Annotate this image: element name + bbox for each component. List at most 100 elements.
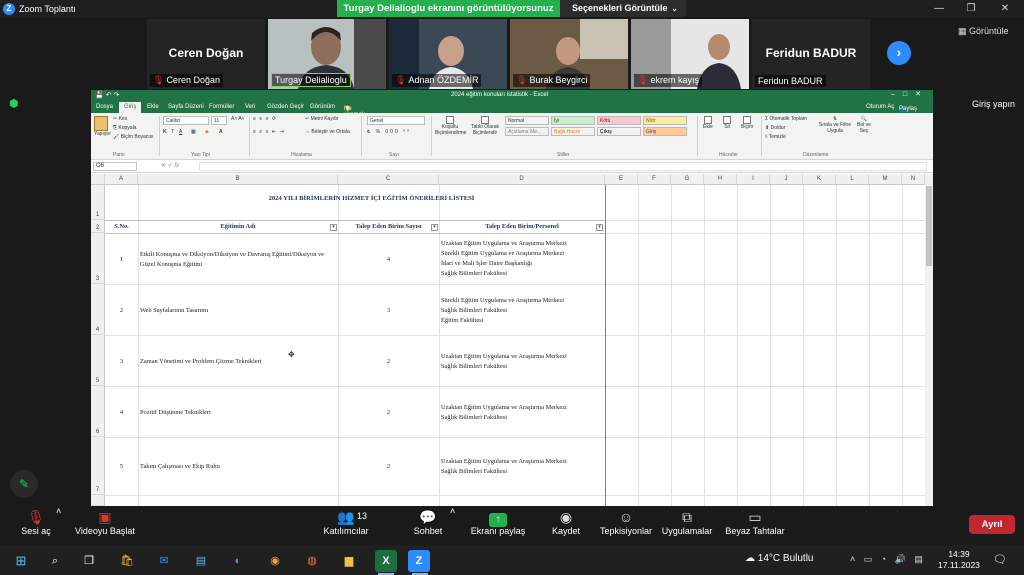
participant-tile[interactable]: Feridun BADUR Feridun BADUR [752,19,870,89]
row-header[interactable]: 6 [91,386,105,437]
number-format-select[interactable]: Genel [367,116,425,125]
participant-tile[interactable]: 🎙 Burak Beygirci [510,19,628,89]
weather-widget[interactable]: ☁ 14°C Bulutlu [745,553,813,564]
format-cells-button[interactable]: Biçim [741,116,753,130]
fill-button[interactable]: ⬇ Doldur [765,125,785,131]
font-name-select[interactable]: Calibri [163,116,209,125]
font-grow-icons[interactable]: A˄ A˅ [231,116,245,122]
windows-start-icon[interactable]: ⊞ [10,550,32,572]
conditional-format-button[interactable]: Koşullu Biçimlendirme [435,116,466,136]
zoom-taskbar-icon[interactable]: Z [408,550,430,572]
number-format-icons[interactable]: ₺ % 000 ⁰⁰ [367,129,411,135]
row-header[interactable]: 7 [91,437,105,495]
formula-input[interactable] [199,162,927,171]
quick-access-icons[interactable]: 💾 ↶ ↷ [95,91,119,99]
style-bad[interactable]: Kötü [597,116,641,125]
bold-button[interactable]: K [163,129,167,135]
clear-button[interactable]: ◊ Temizle [765,134,786,140]
task-view-icon[interactable]: ❐ [78,550,100,572]
border-icon[interactable]: ▦ [191,129,196,135]
wrap-text-button[interactable]: ↵ Metni Kaydır [305,116,339,122]
signin-link[interactable]: Oturum Aç [866,104,894,110]
view-options-button[interactable]: Seçenekleri Görüntüle ⌄ [560,0,686,17]
merge-center-button[interactable]: ⇔ Birleştir ve Ortala [305,129,350,135]
column-header[interactable]: D [439,174,605,185]
column-header[interactable]: B [138,174,338,185]
delete-cells-button[interactable]: Sil [723,116,731,130]
edge-icon[interactable]: ◐ [227,550,249,572]
unmute-button[interactable]: 🎙 Sesi aç [16,506,56,536]
align-top-icons[interactable]: ≡ ≡ ≡ ⟳ [253,116,277,122]
tab-home[interactable]: Giriş [119,102,142,113]
column-header[interactable]: I [737,174,770,185]
apps-button[interactable]: ⧉ Uygulamalar [660,506,714,536]
vertical-scrollbar[interactable] [925,174,933,506]
tab-review[interactable]: Gözden Geçir [267,104,304,110]
record-button[interactable]: ◉ Kaydet [546,506,586,536]
find-select-button[interactable]: 🔍 Bul ve Seç [855,116,873,134]
cut-button[interactable]: ✂ Kes [113,116,127,122]
paste-button[interactable]: Yapıştır [94,116,111,137]
signin-link[interactable]: Giriş yapın [972,99,1015,109]
participant-tile[interactable]: 🎙 Adnan ÖZDEMİR [389,19,507,89]
column-header[interactable]: F [638,174,671,185]
chevron-up-icon[interactable]: ˄ [56,506,61,516]
row-header[interactable]: 1 [91,185,105,220]
insert-cells-button[interactable]: Ekle [703,116,713,130]
font-color-icon[interactable]: A [219,129,223,135]
tab-insert[interactable]: Ekle [147,104,159,110]
underline-button[interactable]: A [179,129,182,135]
tab-view[interactable]: Görünüm [310,104,335,110]
participant-tile[interactable]: Ceren Doğan 🎙 Ceren Doğan [147,19,265,89]
tab-file[interactable]: Dosya [96,104,113,110]
autosum-button[interactable]: Σ Otomatik Toplam [765,116,807,122]
gallery-view-button[interactable]: ▦ Görüntüle [958,26,1009,37]
mail-icon[interactable]: ✉ [153,550,175,572]
annotate-pencil-icon[interactable]: ✎ [10,470,38,498]
font-size-select[interactable]: 11 [211,116,227,125]
formula-icons[interactable]: ✕ ✓ fx [161,162,179,169]
style-linked-cell[interactable]: Bağlı Hücre [551,127,595,136]
spreadsheet-grid[interactable]: A B C D E F G H I J K L M N 1 2 3 4 5 6 … [91,174,933,506]
tab-formulas[interactable]: Formüller [209,104,234,110]
store-icon[interactable]: 🛍 [116,550,138,572]
row-header[interactable]: 4 [91,284,105,335]
filter-dropdown-icon[interactable]: ▾ [596,224,603,231]
copy-button[interactable]: ⎘ Kopyala [113,125,136,131]
maximize-icon[interactable]: ❐ [954,0,988,17]
taskbar-clock[interactable]: 14:39 17.11.2023 [938,549,980,571]
leave-meeting-button[interactable]: Ayrıl [969,515,1015,534]
share-screen-button[interactable]: ↑ Ekranı paylaş [468,506,528,536]
chevron-up-icon[interactable]: ˄ [450,506,455,516]
tab-data[interactable]: Veri [245,104,255,110]
participant-tile-active[interactable]: Turgay Delialioglu [268,19,386,89]
italic-button[interactable]: T [171,129,174,135]
fill-color-icon[interactable]: ◆ [205,129,209,135]
column-header[interactable]: A [105,174,138,185]
column-header[interactable]: M [869,174,902,185]
search-icon[interactable]: ⌕ [44,550,66,572]
column-header[interactable]: E [605,174,638,185]
security-shield-icon[interactable]: ⬢ [9,97,21,110]
firefox-icon[interactable]: ◍ [301,550,323,572]
format-as-table-button[interactable]: Tablo Olarak Biçimlendir [469,116,501,136]
column-header[interactable]: N [902,174,925,185]
row-header[interactable]: 3 [91,233,105,284]
name-box[interactable]: O6 [93,162,137,171]
align-left-icons[interactable]: ≡ ≡ ≡ ⇤ ⇥ [253,129,285,135]
column-header[interactable]: K [803,174,836,185]
column-header[interactable]: C [338,174,439,185]
excel-window-controls[interactable]: –□✕ [875,90,933,98]
system-tray-icons[interactable]: ˄ ▭ ◔ 🔊 ▤ [850,554,926,565]
format-painter-button[interactable]: 🖌 Biçim Boyacısı [113,134,154,140]
style-neutral[interactable]: Nötr [643,116,687,125]
close-icon[interactable]: ✕ [988,0,1022,17]
minimize-icon[interactable]: — [922,0,956,17]
whiteboards-button[interactable]: ▭ Beyaz Tahtalar [724,506,786,536]
next-page-button[interactable]: › [887,41,911,65]
file-explorer-icon[interactable]: ▆ [338,550,360,572]
style-normal[interactable]: Normal [505,116,549,125]
row-header[interactable] [91,495,105,506]
style-good[interactable]: İyi [551,116,595,125]
select-all-corner[interactable] [91,174,105,185]
